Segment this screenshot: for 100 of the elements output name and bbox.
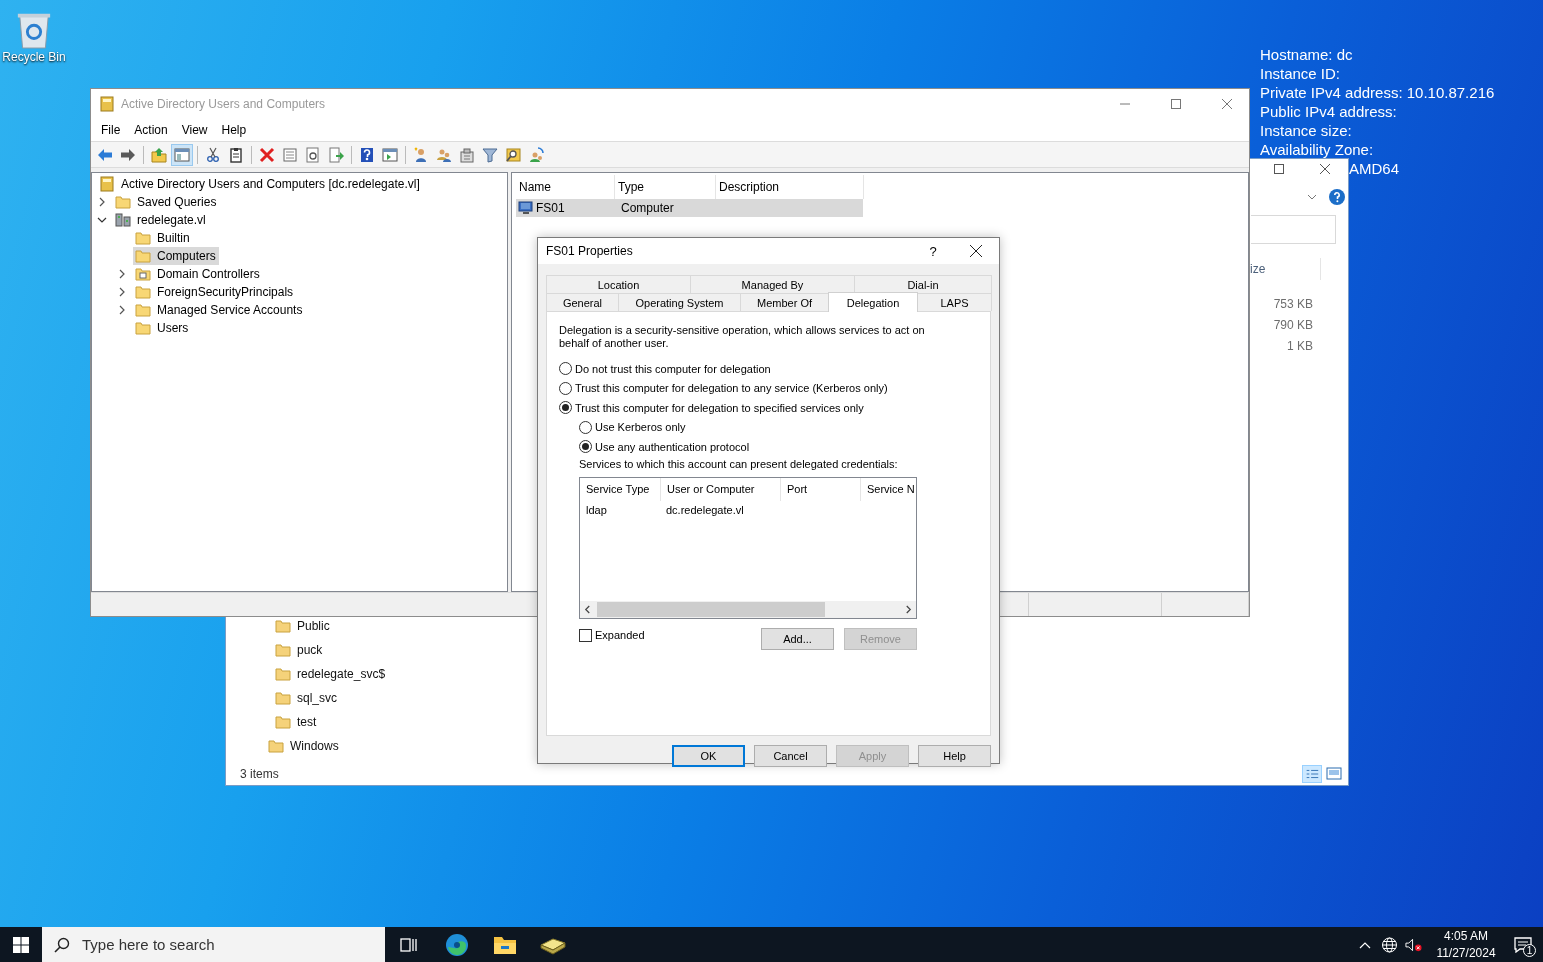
dialog-button[interactable]: Help: [918, 745, 991, 767]
nav-item[interactable]: redelegate_svc$: [275, 665, 389, 683]
system-info-line: Public IPv4 address:: [1260, 102, 1398, 121]
domain-icon: [115, 212, 131, 228]
radio-button[interactable]: [579, 420, 592, 434]
search-icon: [54, 937, 70, 953]
table-cell-text: dc.redelegate.vl: [665, 503, 745, 516]
tree-item[interactable]: Domain Controllers: [133, 265, 263, 283]
scroll-right-icon[interactable]: [905, 604, 912, 614]
scroll-left-icon[interactable]: [584, 604, 591, 614]
menu-item[interactable]: File: [94, 120, 128, 139]
tab[interactable]: General: [546, 293, 619, 311]
radio-label: Trust this computer for delegation to any service (Kerberos only): [575, 382, 888, 395]
expand-chevron-icon[interactable]: [97, 197, 107, 207]
radio-button[interactable]: [559, 381, 572, 395]
horizontal-scrollbar[interactable]: [580, 600, 916, 618]
message-icon: [1514, 936, 1532, 953]
tab[interactable]: LAPS: [917, 293, 992, 311]
radio-option[interactable]: Use Kerberos only: [579, 417, 978, 437]
menu-item[interactable]: View: [174, 120, 215, 139]
nav-item[interactable]: Public: [275, 617, 333, 635]
menu-item[interactable]: Help: [214, 120, 254, 139]
system-info-line: Private IPv4 address: 10.10.87.216: [1260, 83, 1495, 102]
tree-item[interactable]: Managed Service Accounts: [133, 301, 306, 319]
tree-item[interactable]: redelegate.vl: [113, 211, 209, 229]
globe-icon[interactable]: [1381, 936, 1398, 953]
item-count: 3 items: [240, 767, 279, 781]
caret-up-icon[interactable]: [1359, 940, 1371, 949]
system-info-line: Instance size:: [1260, 121, 1353, 140]
file-size: 1 KB: [1286, 338, 1314, 353]
file-size: 753 KB: [1272, 296, 1314, 311]
menu-item[interactable]: Action: [127, 120, 175, 139]
tree-item[interactable]: Saved Queries: [113, 193, 220, 211]
tree-item[interactable]: Builtin: [133, 229, 193, 247]
services-list[interactable]: Service Type User or Computer Port Service N ldap dc.redelegate.vl: [579, 476, 917, 619]
radio-button[interactable]: [559, 362, 572, 376]
speaker-muted-icon[interactable]: [1405, 936, 1422, 953]
nav-item[interactable]: Windows: [268, 737, 342, 755]
nav-item[interactable]: test: [275, 713, 320, 731]
search-field[interactable]: Type here to search: [42, 927, 385, 962]
file-size: 790 KB: [1272, 317, 1314, 332]
expand-chevron-icon[interactable]: [117, 305, 127, 315]
list-row[interactable]: FS01 Computer: [516, 199, 863, 217]
column-header[interactable]: Service Type: [580, 477, 661, 501]
browser-drawing: [445, 932, 469, 957]
tab[interactable]: Dial-in: [854, 275, 992, 293]
tree-item[interactable]: Active Directory Users and Computers [dc.redelegate.vl]: [97, 175, 423, 193]
system-info-line: Instance ID:: [1260, 64, 1342, 83]
notification-icon[interactable]: 1: [1503, 927, 1543, 962]
folder-icon: [135, 284, 151, 300]
services-label: Services to which this account can present delegated credentials:: [579, 456, 899, 471]
tab[interactable]: Managed By: [690, 275, 855, 293]
book-icon: [99, 95, 115, 112]
details-view-icon[interactable]: [1302, 765, 1322, 783]
help-button[interactable]: ?: [913, 238, 953, 264]
dialog-title: FS01 Properties: [546, 244, 633, 258]
nav-item[interactable]: puck: [275, 641, 326, 659]
tab[interactable]: Operating System: [618, 293, 741, 311]
tab[interactable]: Location: [546, 275, 691, 293]
book-icon: [99, 176, 115, 192]
column-header[interactable]: Port: [781, 477, 861, 501]
help-icon[interactable]: [1329, 189, 1345, 205]
list-button[interactable]: Add...: [761, 627, 834, 650]
maximize-icon: [1274, 164, 1284, 174]
close-icon: [1320, 164, 1330, 174]
tab[interactable]: Delegation: [828, 292, 918, 312]
radio-option[interactable]: Use any authentication protocol: [579, 437, 978, 457]
radio-option[interactable]: Trust this computer for delegation to specified services only: [559, 398, 978, 418]
tree-item[interactable]: Computers: [133, 247, 219, 265]
checkbox-option[interactable]: Expanded: [579, 628, 645, 642]
radio-button[interactable]: [559, 401, 572, 415]
column-header[interactable]: User or Computer: [661, 477, 781, 501]
thumbnail-view-icon[interactable]: [1324, 765, 1344, 783]
search-field[interactable]: [1251, 215, 1336, 244]
radio-label: Use any authentication protocol: [595, 440, 750, 453]
folder-icon: [135, 248, 151, 264]
chevron-down-icon[interactable]: [1307, 194, 1317, 200]
nav-item[interactable]: sql_svc: [275, 689, 340, 707]
maximize-icon: [1170, 98, 1181, 109]
console-tree-icon[interactable]: [171, 143, 193, 166]
radio-button[interactable]: [579, 440, 592, 454]
radio-option[interactable]: Trust this computer for delegation to any service (Kerberos only): [559, 378, 978, 398]
column-header[interactable]: Service N: [861, 477, 916, 501]
folder-icon: [135, 320, 151, 336]
tree-item[interactable]: ForeignSecurityPrincipals: [133, 283, 297, 301]
task-view-drawing: [400, 936, 418, 953]
radio-option[interactable]: Do not trust this computer for delegation: [559, 359, 978, 379]
dialog-button[interactable]: OK: [672, 745, 745, 767]
expand-chevron-icon[interactable]: [117, 287, 127, 297]
tree-item[interactable]: Users: [133, 319, 192, 337]
folder-document-icon: [135, 266, 151, 282]
clock[interactable]: 4:05 AM 11/27/2024: [1429, 927, 1503, 962]
checkbox[interactable]: [579, 628, 592, 642]
expand-chevron-icon[interactable]: [117, 269, 127, 279]
close-icon: [970, 245, 982, 257]
collapse-chevron-icon[interactable]: [97, 215, 107, 225]
radio-label: Use Kerberos only: [595, 421, 686, 434]
dialog-button[interactable]: Cancel: [754, 745, 827, 767]
radio-label: Do not trust this computer for delegation: [575, 362, 771, 375]
folder-icon: [268, 738, 284, 754]
